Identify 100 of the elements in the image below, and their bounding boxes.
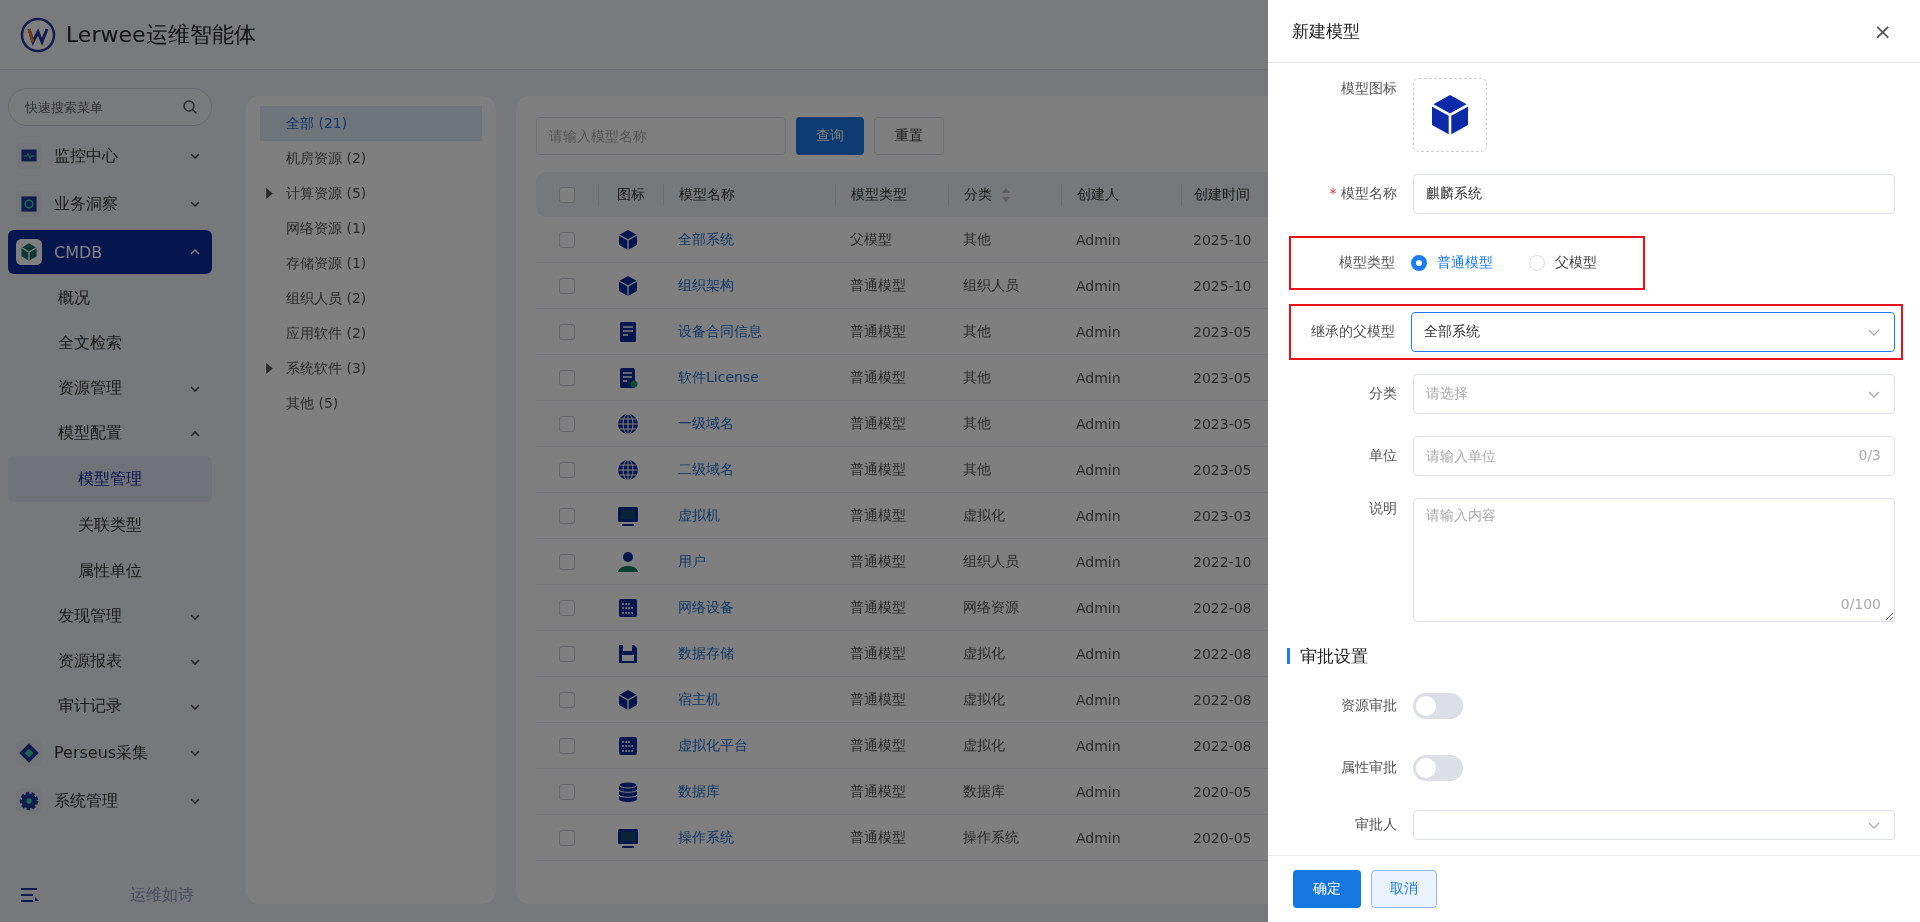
- table-cell-text: 其他: [962, 459, 992, 479]
- row-checkbox[interactable]: [559, 553, 575, 570]
- row-checkbox[interactable]: [559, 323, 575, 340]
- table-cell-text: 虚拟化: [962, 735, 1006, 755]
- menu-collapse-icon[interactable]: [20, 887, 40, 903]
- category-item[interactable]: 计算资源 (5): [260, 176, 482, 211]
- menu-item[interactable]: CMDB: [8, 230, 212, 274]
- query-button[interactable]: 查询: [796, 117, 864, 155]
- table-cell-text: 数据库: [962, 781, 1006, 801]
- row-checkbox[interactable]: [559, 277, 575, 294]
- category-item[interactable]: 组织人员 (2): [260, 281, 482, 316]
- model-name-link[interactable]: 数据存储: [678, 644, 734, 663]
- menu-item[interactable]: 资源管理: [8, 366, 212, 411]
- toggle-switch[interactable]: [1413, 693, 1463, 719]
- sort-icon[interactable]: [1002, 187, 1010, 202]
- model-name-link[interactable]: 软件License: [678, 368, 759, 387]
- model-name-link[interactable]: 虚拟化平台: [678, 736, 748, 755]
- table-cell-text: 其他: [962, 321, 992, 341]
- close-button[interactable]: ×: [1869, 18, 1896, 44]
- menu-search-field[interactable]: 快速搜索菜单: [8, 88, 212, 126]
- model-name-link[interactable]: 宿主机: [678, 690, 720, 709]
- menu-item[interactable]: Perseus采集: [8, 731, 212, 775]
- cancel-button[interactable]: 取消: [1371, 870, 1437, 908]
- row-checkbox[interactable]: [559, 645, 575, 662]
- table-cell-text: 2022-10: [1192, 552, 1253, 572]
- table-cell-text: 2025-10: [1192, 276, 1253, 296]
- category-item[interactable]: 应用软件 (2): [260, 316, 482, 351]
- menu-item[interactable]: 发现管理: [8, 594, 212, 639]
- user-icon: [616, 549, 640, 574]
- radio-option[interactable]: 父模型: [1529, 254, 1597, 272]
- menu-item[interactable]: 模型管理: [8, 456, 212, 502]
- table-cell-text: Admin: [1075, 230, 1122, 250]
- model-name-link[interactable]: 数据库: [678, 782, 720, 801]
- table-cell-text: 其他: [962, 367, 992, 387]
- menu-item[interactable]: 全文检索: [8, 321, 212, 366]
- category-item[interactable]: 存储资源 (1): [260, 246, 482, 281]
- category-item[interactable]: 其他 (5): [260, 386, 482, 421]
- table-cell-text: 普通模型: [849, 689, 907, 709]
- row-checkbox[interactable]: [559, 369, 575, 386]
- table-cell-text: 2025-10: [1192, 230, 1253, 250]
- row-checkbox[interactable]: [559, 507, 575, 524]
- category-item[interactable]: 全部 (21): [260, 106, 482, 141]
- model-name-link[interactable]: 网络设备: [678, 598, 734, 617]
- model-name-link[interactable]: 一级域名: [678, 414, 734, 433]
- table-cell-text: 2020-05: [1192, 782, 1253, 802]
- confirm-button[interactable]: 确定: [1293, 870, 1361, 908]
- expand-triangle-icon: [266, 188, 273, 199]
- parent-model-select[interactable]: 全部系统: [1411, 312, 1895, 352]
- toggle-switch[interactable]: [1413, 755, 1463, 781]
- row-checkbox[interactable]: [559, 415, 575, 432]
- table-cell-text: 2023-03: [1192, 506, 1253, 526]
- model-name-link[interactable]: 设备合同信息: [678, 322, 762, 341]
- menu-item[interactable]: 属性单位: [8, 548, 212, 594]
- table-cell-text: 虚拟化: [962, 505, 1006, 525]
- model-name-link[interactable]: 二级域名: [678, 460, 734, 479]
- model-name-link[interactable]: 组织架构: [678, 276, 734, 295]
- category-select[interactable]: 请选择: [1413, 374, 1895, 414]
- table-cell-text: Admin: [1075, 414, 1122, 434]
- row-checkbox[interactable]: [559, 461, 575, 478]
- model-name-link[interactable]: 操作系统: [678, 828, 734, 847]
- menu-item[interactable]: 审计记录: [8, 684, 212, 729]
- row-checkbox[interactable]: [559, 783, 575, 800]
- reset-button[interactable]: 重置: [874, 117, 944, 155]
- table-cell-text: 普通模型: [849, 551, 907, 571]
- approver-select[interactable]: [1413, 810, 1895, 840]
- menu-item[interactable]: 系统管理: [8, 779, 212, 823]
- table-cell-text: 父模型: [849, 229, 893, 249]
- menu-item[interactable]: 监控中心: [8, 134, 212, 178]
- globe-icon: [616, 411, 640, 436]
- menu-item[interactable]: 业务洞察: [8, 182, 212, 226]
- model-name-link[interactable]: 全部系统: [678, 230, 734, 249]
- chevron-down-icon: [1868, 328, 1880, 336]
- select-all-checkbox[interactable]: [559, 186, 575, 203]
- table-cell-text: 2023-05: [1192, 322, 1253, 342]
- table-cell-text: Admin: [1075, 552, 1122, 572]
- menu-item[interactable]: 概况: [8, 276, 212, 321]
- model-name-link[interactable]: 用户: [678, 552, 706, 571]
- category-item[interactable]: 系统软件 (3): [260, 351, 482, 386]
- radio-option[interactable]: 普通模型: [1411, 254, 1493, 272]
- character-counter: 0/100: [1840, 596, 1881, 612]
- table-cell-text: Admin: [1075, 644, 1122, 664]
- row-checkbox[interactable]: [559, 737, 575, 754]
- menu-item[interactable]: 关联类型: [8, 502, 212, 548]
- category-item[interactable]: 机房资源 (2): [260, 141, 482, 176]
- model-name-link[interactable]: 虚拟机: [678, 506, 720, 525]
- row-checkbox[interactable]: [559, 599, 575, 616]
- table-cell-text: 普通模型: [849, 367, 907, 387]
- category-item[interactable]: 网络资源 (1): [260, 211, 482, 246]
- row-checkbox[interactable]: [559, 829, 575, 846]
- table-cell-text: 2023-05: [1192, 414, 1253, 434]
- model-name-field[interactable]: 麒麟系统: [1413, 174, 1895, 214]
- table-cell-text: Admin: [1075, 690, 1122, 710]
- row-checkbox[interactable]: [559, 231, 575, 248]
- menu-item[interactable]: 模型配置: [8, 411, 212, 456]
- table-cell-text: 2022-08: [1192, 644, 1253, 664]
- row-checkbox[interactable]: [559, 691, 575, 708]
- icon-picker[interactable]: [1413, 78, 1487, 152]
- cube-icon: [616, 227, 640, 252]
- menu-item[interactable]: 资源报表: [8, 639, 212, 684]
- table-cell-text: 2020-05: [1192, 828, 1253, 848]
